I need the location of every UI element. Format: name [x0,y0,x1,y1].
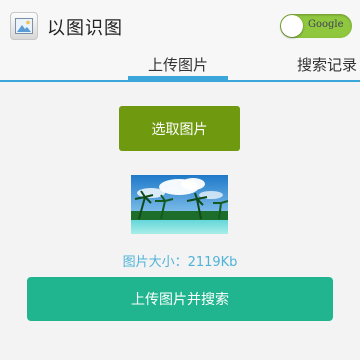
app-bar: 以图识图 Google [0,0,360,50]
image-picture-icon[interactable] [10,12,38,40]
beach-palm-trees-image [131,175,228,234]
toggle-knob[interactable] [281,15,303,37]
select-image-button[interactable]: 选取图片 [119,106,240,151]
tab-upload-image[interactable]: 上传图片 [148,54,208,75]
upload-and-search-button[interactable]: 上传图片并搜索 [27,277,333,321]
app-title: 以图识图 [47,18,123,39]
image-size-label: 图片大小：2119Kb [122,255,238,270]
tab-search-history[interactable]: 搜索记录 [297,54,357,75]
tab-selected-indicator [128,76,228,80]
google-logo-label: Google [308,19,344,30]
google-toggle[interactable]: Google [280,14,352,38]
